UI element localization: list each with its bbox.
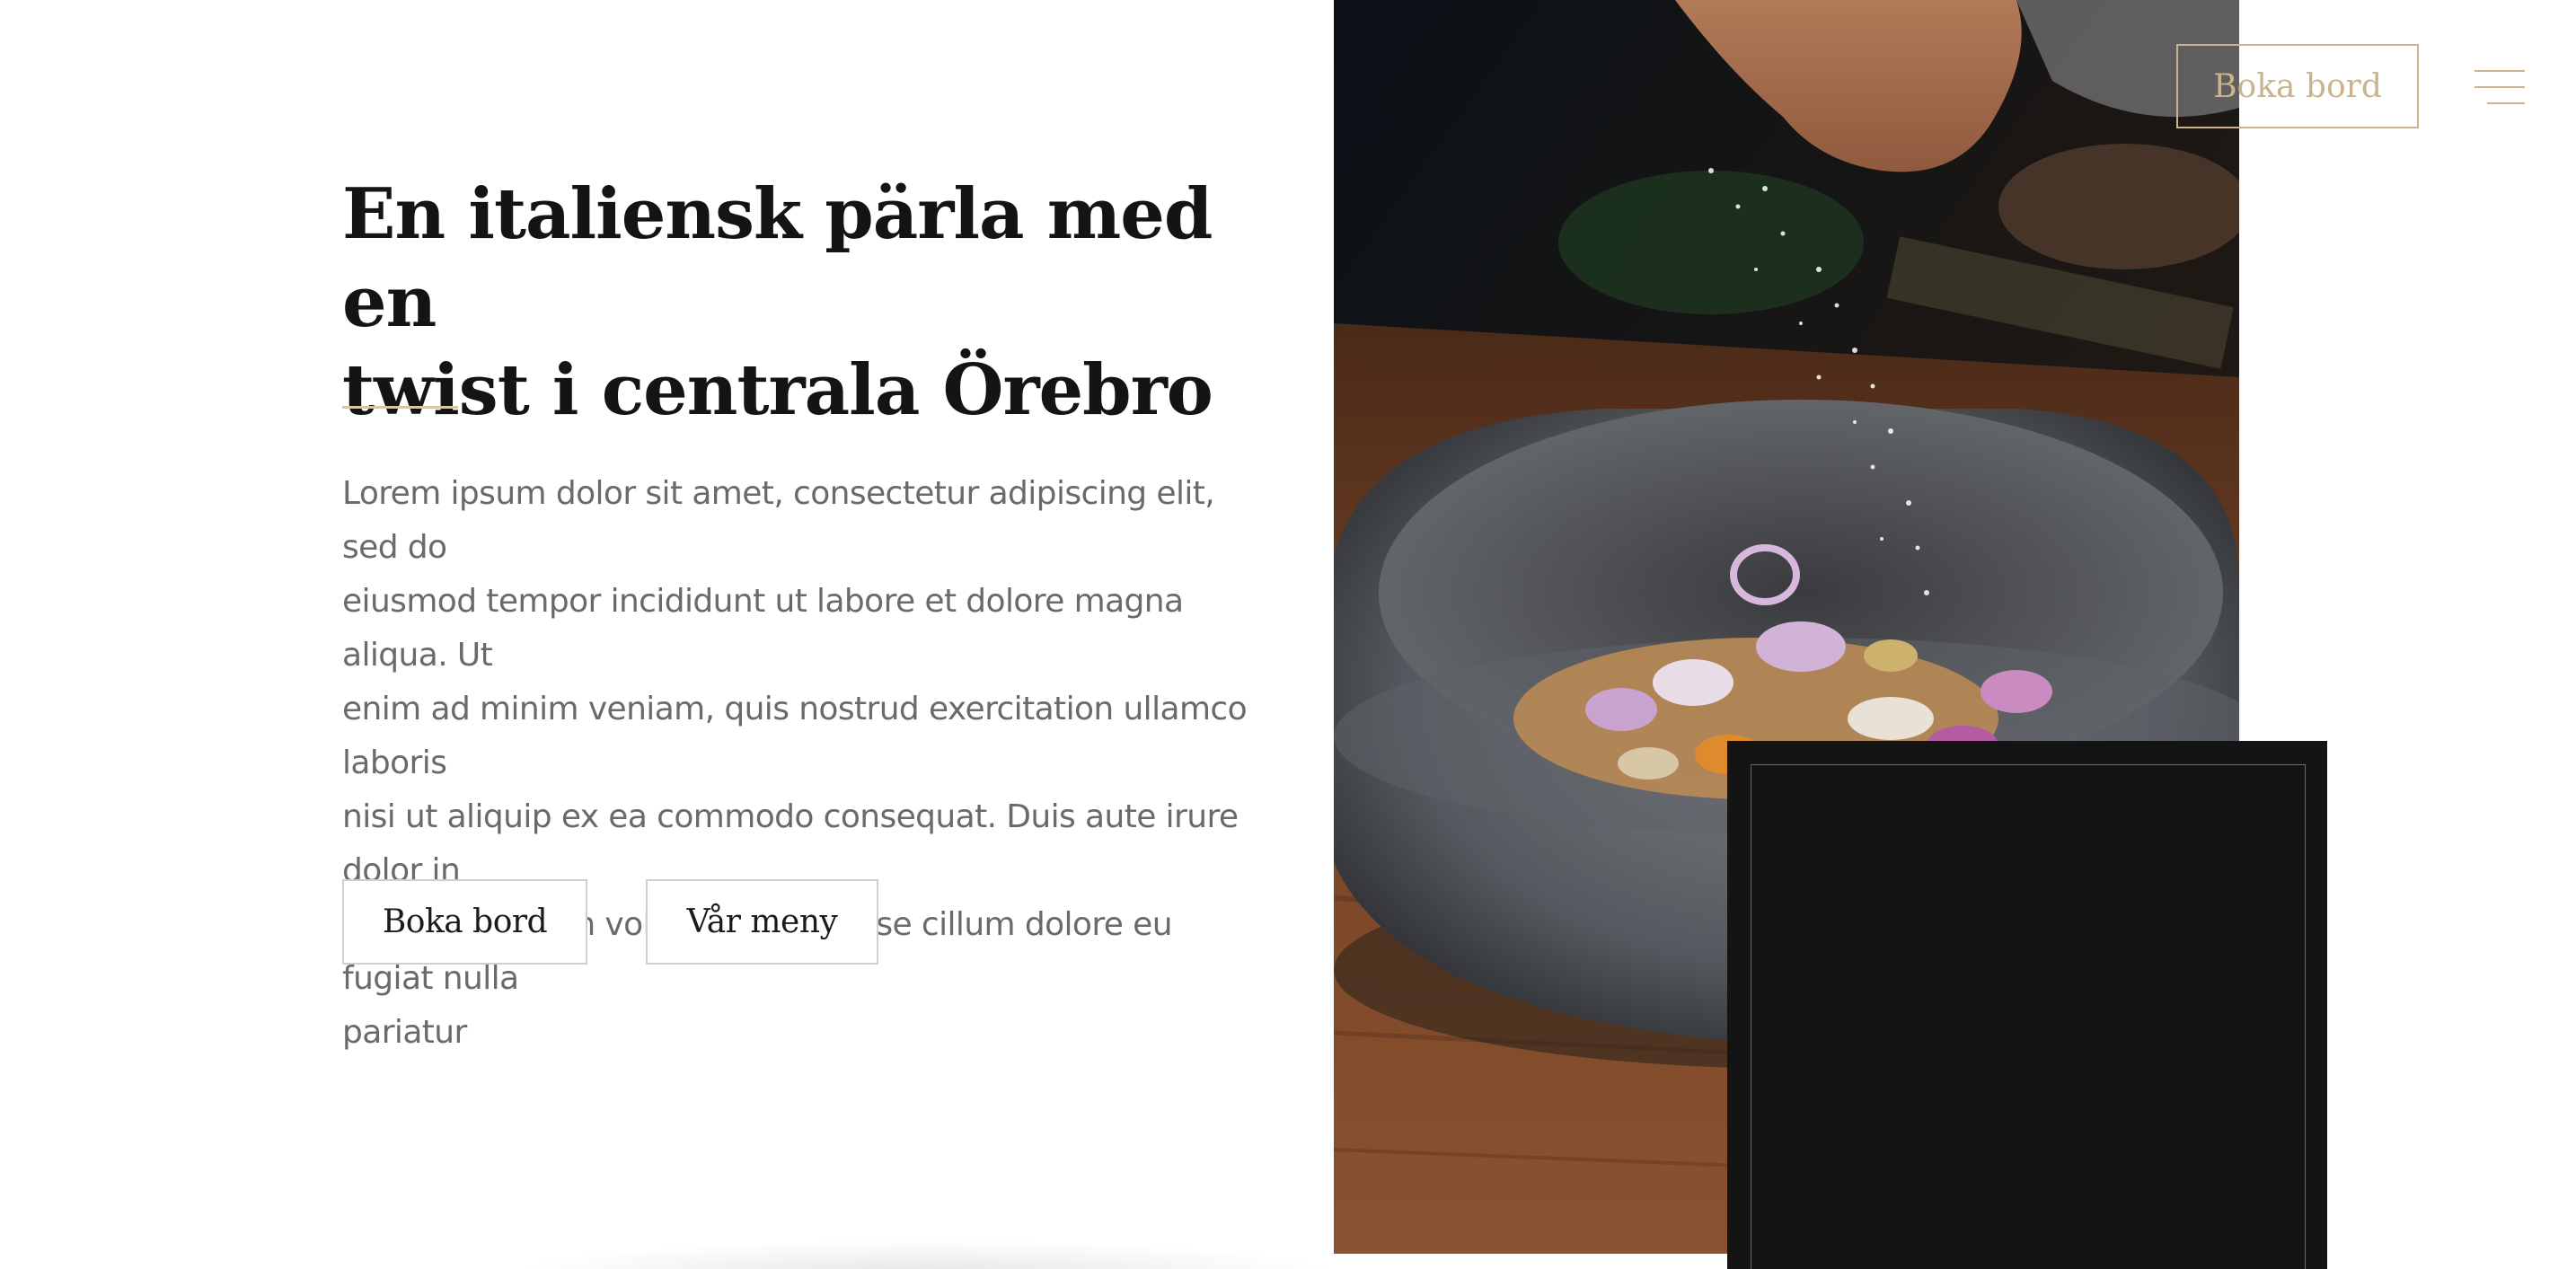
- book-table-button[interactable]: Boka bord: [342, 879, 587, 965]
- decorative-frame: [1751, 764, 2306, 1269]
- hero-title-line: twist i centrala Örebro: [342, 349, 1213, 431]
- section-shadow: [503, 1239, 1347, 1269]
- hero-title: En italiensk pärla med en twist i centra…: [342, 171, 1240, 435]
- body-line: nisi ut aliquip ex ea commodo consequat.…: [342, 798, 1239, 889]
- hero-description: Lorem ipsum dolor sit amet, consectetur …: [342, 467, 1258, 1060]
- our-menu-button[interactable]: Vår meny: [646, 879, 878, 965]
- body-line: Lorem ipsum dolor sit amet, consectetur …: [342, 475, 1215, 566]
- header-book-table-button[interactable]: Boka bord: [2176, 44, 2419, 128]
- title-divider: [342, 406, 458, 409]
- body-line: eiusmod tempor incididunt ut labore et d…: [342, 583, 1184, 674]
- menu-toggle-button[interactable]: [2475, 70, 2525, 104]
- decorative-dark-panel: [1727, 741, 2327, 1269]
- body-line: pariatur: [342, 1014, 467, 1051]
- body-line: enim ad minim veniam, quis nostrud exerc…: [342, 691, 1248, 781]
- hero-title-line: En italiensk pärla med en: [342, 173, 1213, 343]
